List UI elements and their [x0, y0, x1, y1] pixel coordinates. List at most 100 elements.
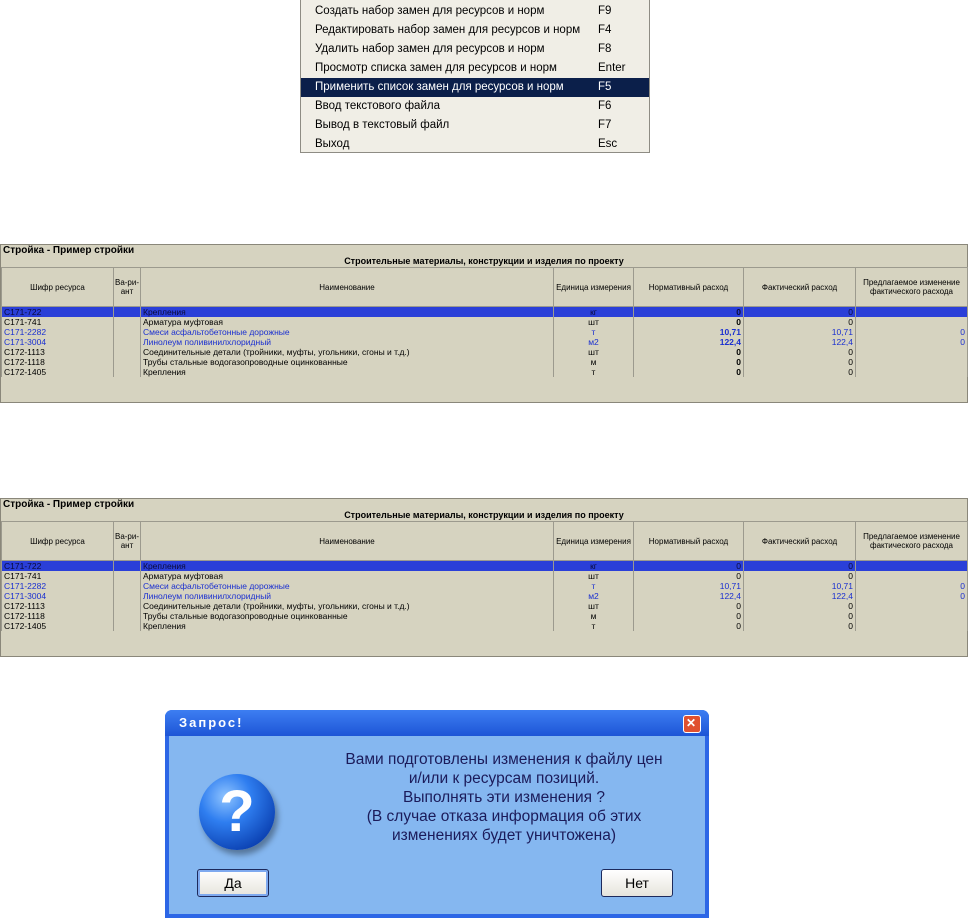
menu-item-shortcut: F8: [598, 43, 612, 55]
table-title: Стройка - Пример стройки: [3, 245, 135, 256]
table-row[interactable]: С171-741 Арматура муфтовая шт 0 0: [1, 317, 968, 327]
close-icon[interactable]: ✕: [683, 715, 701, 733]
menu-item-edit-replacements[interactable]: Редактировать набор замен для ресурсов и…: [301, 21, 649, 40]
cell-code: С172-1113: [1, 601, 114, 611]
cell-fact: 0: [743, 347, 856, 357]
cell-code: С171-3004: [1, 337, 114, 347]
cell-unit: м: [553, 611, 634, 621]
cell-proposed: [855, 611, 968, 621]
menu-item-shortcut: Esc: [598, 138, 618, 150]
cell-code: С172-1118: [1, 357, 114, 367]
column-header-name[interactable]: Наименование: [140, 521, 554, 561]
dialog-message: Вами подготовлены изменения к файлу цен …: [309, 750, 699, 845]
table-row[interactable]: С172-1405 Крепления т 0 0: [1, 621, 968, 631]
cell-name: Крепления: [140, 367, 554, 377]
cell-proposed: 0: [855, 327, 968, 337]
table-row[interactable]: С171-722 Крепления кг 0 0: [1, 560, 968, 571]
column-header-norm[interactable]: Нормативный расход: [633, 267, 744, 307]
cell-norm: 122,4: [633, 337, 744, 347]
menu-item-label: Редактировать набор замен для ресурсов и…: [315, 24, 581, 36]
cell-proposed: 0: [855, 581, 968, 591]
table-subtitle: Строительные материалы, конструкции и из…: [344, 256, 624, 266]
menu-item-import-text-file[interactable]: Ввод текстового файла F6: [301, 97, 649, 116]
table-row[interactable]: С171-741 Арматура муфтовая шт 0 0: [1, 571, 968, 581]
cell-unit: т: [553, 581, 634, 591]
table-row[interactable]: С171-3004 Линолеум поливинилхлоридный м2…: [1, 591, 968, 601]
menu-item-export-text-file[interactable]: Вывод в текстовый файл F7: [301, 116, 649, 135]
table-row[interactable]: С171-2282 Смеси асфальтобетонные дорожны…: [1, 327, 968, 337]
cell-variant: [113, 611, 141, 621]
cell-fact: 122,4: [743, 337, 856, 347]
cell-proposed: [855, 357, 968, 367]
cell-proposed: [855, 347, 968, 357]
cell-unit: шт: [553, 347, 634, 357]
cell-name: Линолеум поливинилхлоридный: [140, 591, 554, 601]
column-header-fact[interactable]: Фактический расход: [743, 521, 856, 561]
menu-item-apply-replacements[interactable]: Применить список замен для ресурсов и но…: [301, 78, 649, 97]
cell-name: Трубы стальные водогазопроводные оцинков…: [140, 611, 554, 621]
materials-table-after: Стройка - Пример стройки Строительные ма…: [0, 498, 968, 657]
column-header-fact[interactable]: Фактический расход: [743, 267, 856, 307]
cell-code: С172-1118: [1, 611, 114, 621]
column-header-norm[interactable]: Нормативный расход: [633, 521, 744, 561]
cell-norm: 0: [633, 611, 744, 621]
no-button[interactable]: Нет: [601, 869, 673, 897]
cell-norm: 0: [633, 347, 744, 357]
cell-norm: 0: [633, 571, 744, 581]
table-row[interactable]: С171-722 Крепления кг 0 0: [1, 306, 968, 317]
menu-item-exit[interactable]: Выход Esc: [301, 135, 649, 154]
cell-variant: [113, 327, 141, 337]
cell-fact: 0: [743, 571, 856, 581]
table-row[interactable]: С171-3004 Линолеум поливинилхлоридный м2…: [1, 337, 968, 347]
table-row[interactable]: С172-1118 Трубы стальные водогазопроводн…: [1, 357, 968, 367]
cell-code: С172-1405: [1, 621, 114, 631]
dialog-titlebar[interactable]: Запрос! ✕: [165, 710, 709, 736]
table-row[interactable]: С172-1113 Соединительные детали (тройник…: [1, 601, 968, 611]
cell-unit: шт: [553, 571, 634, 581]
materials-grid: Шифр ресурса Ва-ри-ант Наименование Един…: [1, 267, 968, 377]
column-header-unit[interactable]: Единица измерения: [553, 521, 634, 561]
dialog-title: Запрос!: [179, 715, 244, 730]
menu-item-shortcut: F6: [598, 100, 612, 112]
menu-item-label: Ввод текстового файла: [315, 100, 440, 112]
cell-name: Арматура муфтовая: [140, 571, 554, 581]
cell-name: Смеси асфальтобетонные дорожные: [140, 327, 554, 337]
cell-name: Крепления: [140, 560, 554, 571]
column-header-name[interactable]: Наименование: [140, 267, 554, 307]
cell-norm: 10,71: [633, 327, 744, 337]
column-header-code[interactable]: Шифр ресурса: [1, 267, 114, 307]
table-row[interactable]: С172-1113 Соединительные детали (тройник…: [1, 347, 968, 357]
cell-name: Линолеум поливинилхлоридный: [140, 337, 554, 347]
message-line: и/или к ресурсам позиций.: [408, 770, 600, 787]
cell-code: С171-741: [1, 317, 114, 327]
column-header-proposed[interactable]: Предлагаемое изменение фактического расх…: [855, 521, 968, 561]
cell-proposed: [855, 621, 968, 631]
cell-code: С171-2282: [1, 327, 114, 337]
cell-variant: [113, 621, 141, 631]
menu-item-shortcut: Enter: [598, 62, 626, 74]
yes-button[interactable]: Да: [197, 869, 269, 897]
table-row[interactable]: С172-1118 Трубы стальные водогазопроводн…: [1, 611, 968, 621]
column-header-unit[interactable]: Единица измерения: [553, 267, 634, 307]
cell-proposed: [855, 571, 968, 581]
menu-item-shortcut: F5: [598, 81, 612, 93]
column-header-variant[interactable]: Ва-ри-ант: [113, 267, 141, 307]
cell-proposed: [855, 601, 968, 611]
column-header-code[interactable]: Шифр ресурса: [1, 521, 114, 561]
cell-norm: 0: [633, 601, 744, 611]
menu-item-delete-replacements[interactable]: Удалить набор замен для ресурсов и норм …: [301, 40, 649, 59]
column-header-variant[interactable]: Ва-ри-ант: [113, 521, 141, 561]
cell-fact: 0: [743, 367, 856, 377]
cell-fact: 0: [743, 621, 856, 631]
cell-proposed: [855, 317, 968, 327]
cell-proposed: 0: [855, 591, 968, 601]
column-header-proposed[interactable]: Предлагаемое изменение фактического расх…: [855, 267, 968, 307]
menu-item-create-replacements[interactable]: Создать набор замен для ресурсов и норм …: [301, 2, 649, 21]
cell-unit: шт: [553, 601, 634, 611]
cell-unit: шт: [553, 317, 634, 327]
cell-name: Соединительные детали (тройники, муфты, …: [140, 347, 554, 357]
message-line: изменениях будет уничтожена): [392, 827, 616, 844]
table-row[interactable]: С172-1405 Крепления т 0 0: [1, 367, 968, 377]
table-row[interactable]: С171-2282 Смеси асфальтобетонные дорожны…: [1, 581, 968, 591]
menu-item-view-replacements[interactable]: Просмотр списка замен для ресурсов и нор…: [301, 59, 649, 78]
